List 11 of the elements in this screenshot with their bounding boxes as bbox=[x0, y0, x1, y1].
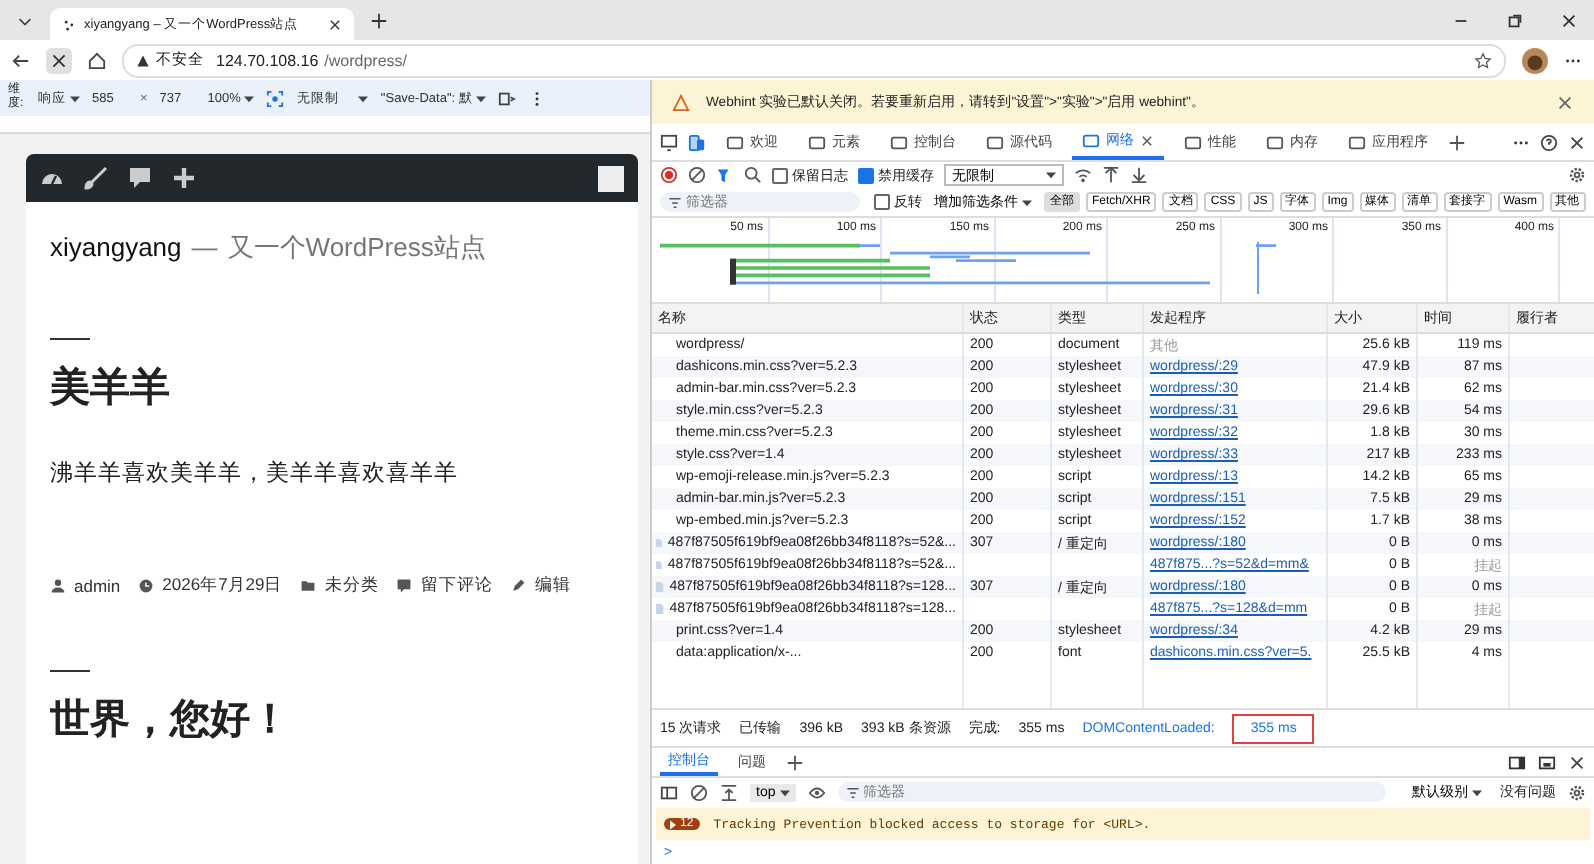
post-author[interactable]: admin bbox=[74, 576, 121, 596]
post-title[interactable]: 世界，您好！ bbox=[50, 692, 290, 746]
post-title[interactable]: 美羊羊 bbox=[50, 360, 170, 414]
edit-link[interactable]: 编辑 bbox=[534, 574, 571, 598]
post-body: 沸羊羊喜欢美羊羊，美羊羊喜欢喜羊羊 bbox=[50, 458, 460, 488]
post-category[interactable]: 未分类 bbox=[324, 574, 379, 598]
dash: — bbox=[191, 232, 218, 262]
post-date[interactable]: 2026年7月29日 bbox=[162, 574, 283, 598]
site-title[interactable]: xiyangyang bbox=[50, 232, 182, 262]
comment-link[interactable]: 留下评论 bbox=[420, 574, 493, 598]
site-tagline: 又一个WordPress站点 bbox=[227, 230, 486, 266]
